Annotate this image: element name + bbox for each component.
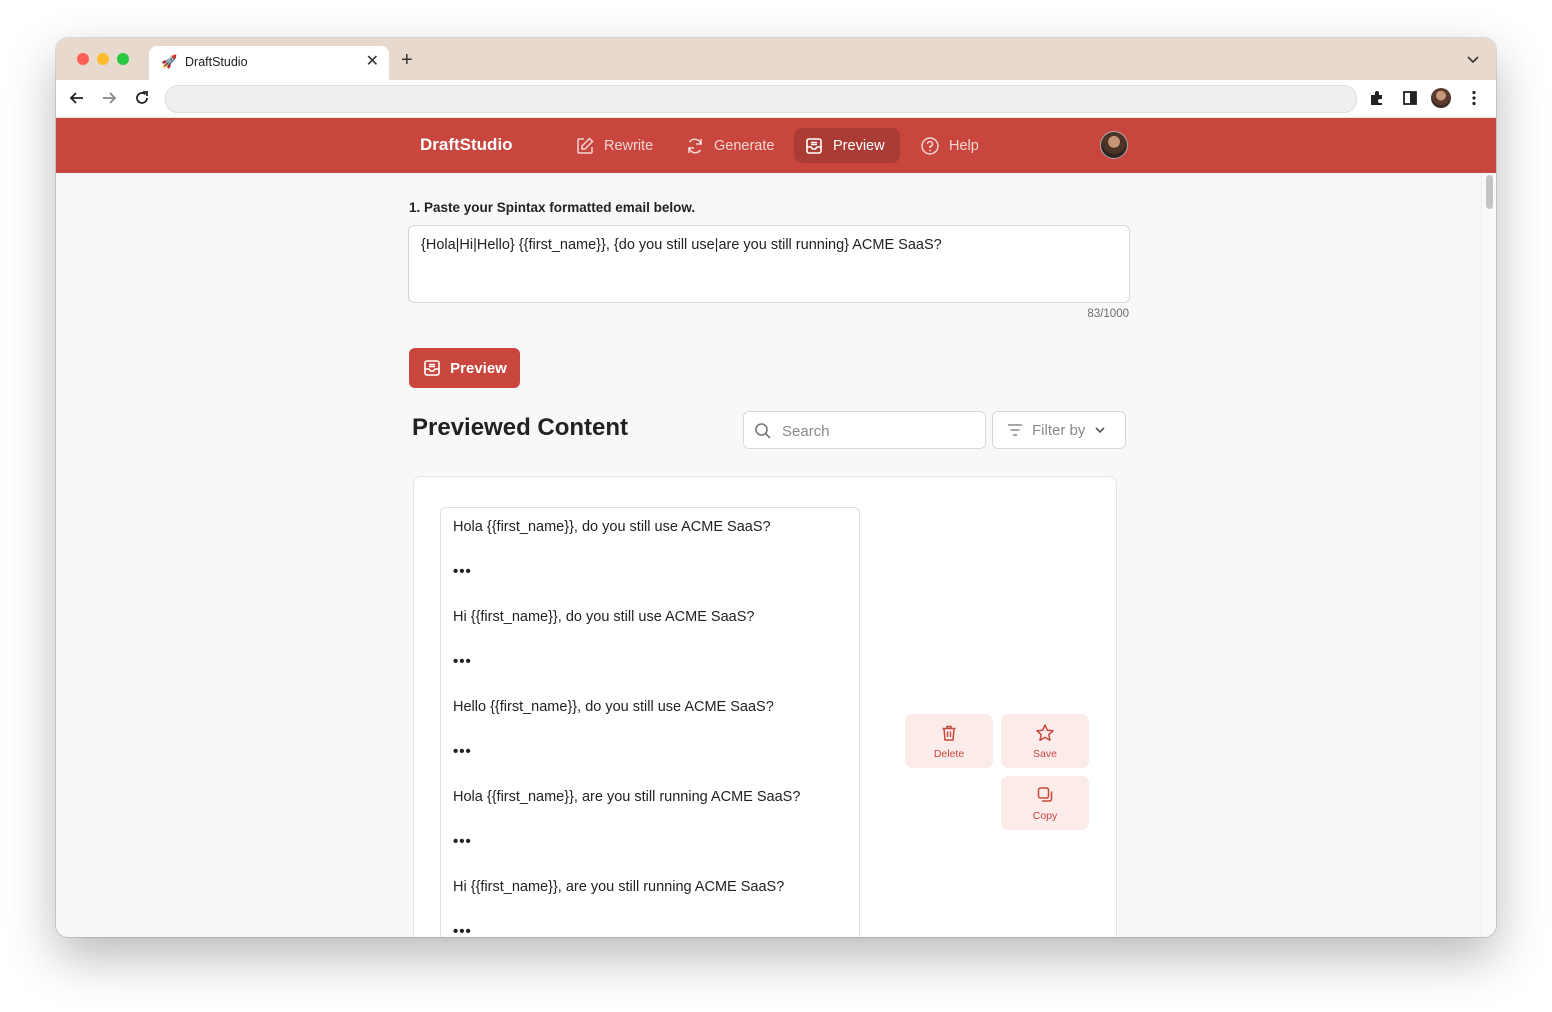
variant-text: Hola {{first_name}}, are you still runni… bbox=[453, 789, 801, 805]
main-content: 1. Paste your Spintax formatted email be… bbox=[56, 173, 1496, 937]
results-panel: Hola {{first_name}}, do you still use AC… bbox=[413, 476, 1117, 937]
previewed-content-title: Previewed Content bbox=[412, 414, 629, 441]
side-panel-icon[interactable] bbox=[1401, 89, 1419, 107]
search-icon bbox=[755, 423, 771, 439]
rocket-icon: 🚀 bbox=[161, 54, 178, 69]
profile-avatar[interactable] bbox=[1431, 88, 1451, 108]
variant-text: Hi {{first_name}}, do you still use ACME… bbox=[453, 609, 755, 625]
copy-button[interactable]: Copy bbox=[1001, 776, 1089, 830]
maximize-window-button[interactable] bbox=[117, 53, 129, 65]
extensions-puzzle-icon[interactable] bbox=[1368, 89, 1386, 107]
preview-button[interactable]: Preview bbox=[409, 348, 520, 388]
variant-separator: ••• bbox=[453, 653, 472, 670]
nav-help-label: Help bbox=[949, 137, 979, 154]
trash-icon bbox=[942, 725, 956, 741]
search-input[interactable] bbox=[780, 419, 979, 443]
filter-lines-icon bbox=[1008, 424, 1022, 436]
variant-separator: ••• bbox=[453, 743, 472, 760]
variant-text: Hi {{first_name}}, are you still running… bbox=[453, 879, 785, 895]
brand-logo[interactable]: DraftStudio bbox=[420, 135, 513, 155]
copy-label: Copy bbox=[1032, 809, 1058, 822]
nav-rewrite[interactable]: Rewrite bbox=[565, 128, 663, 163]
nav-preview-label: Preview bbox=[833, 137, 885, 154]
nav-rewrite-label: Rewrite bbox=[604, 137, 654, 154]
search-box[interactable] bbox=[743, 411, 986, 449]
chevron-down-icon bbox=[1095, 427, 1105, 434]
scrollbar-track[interactable] bbox=[1481, 173, 1496, 937]
inbox-icon bbox=[806, 137, 822, 154]
preview-result-card: Hola {{first_name}}, do you still use AC… bbox=[440, 507, 860, 937]
nav-preview[interactable]: Preview bbox=[794, 128, 900, 163]
tab-close-icon[interactable]: ✕ bbox=[366, 53, 379, 71]
tab-title: DraftStudio bbox=[185, 55, 248, 69]
browser-window: 🚀 DraftStudio ✕ + DraftStudio Rewrite Ge… bbox=[56, 38, 1496, 937]
nav-generate-label: Generate bbox=[714, 137, 775, 154]
app-header: DraftStudio Rewrite Generate Preview Hel… bbox=[56, 118, 1496, 173]
spintax-input-label: 1. Paste your Spintax formatted email be… bbox=[409, 200, 696, 215]
spintax-textarea[interactable]: {Hola|Hi|Hello} {{first_name}}, {do you … bbox=[408, 225, 1130, 303]
tab-strip: 🚀 DraftStudio ✕ + bbox=[56, 38, 1496, 80]
new-tab-button[interactable]: + bbox=[401, 50, 413, 70]
filter-label: Filter by bbox=[1032, 421, 1086, 439]
close-window-button[interactable] bbox=[77, 53, 89, 65]
inbox-icon bbox=[424, 360, 440, 376]
nav-help[interactable]: Help bbox=[910, 128, 989, 163]
variant-separator: ••• bbox=[453, 833, 472, 850]
chevron-down-icon[interactable] bbox=[1466, 52, 1480, 66]
user-avatar[interactable] bbox=[1100, 131, 1128, 159]
character-counter: 83/1000 bbox=[1087, 308, 1129, 320]
delete-button[interactable]: Delete bbox=[905, 714, 993, 768]
variant-separator: ••• bbox=[453, 923, 472, 937]
back-arrow-icon[interactable] bbox=[68, 89, 86, 107]
minimize-window-button[interactable] bbox=[97, 53, 109, 65]
more-vertical-icon[interactable] bbox=[1465, 89, 1483, 107]
save-button[interactable]: Save bbox=[1001, 714, 1089, 768]
scrollbar-thumb[interactable] bbox=[1486, 175, 1493, 209]
delete-label: Delete bbox=[933, 747, 965, 760]
help-circle-icon bbox=[921, 136, 939, 155]
save-label: Save bbox=[1033, 747, 1057, 760]
forward-arrow-icon[interactable] bbox=[100, 89, 118, 107]
reload-icon[interactable] bbox=[133, 89, 151, 107]
variant-text: Hola {{first_name}}, do you still use AC… bbox=[453, 519, 771, 535]
nav-generate[interactable]: Generate bbox=[675, 128, 784, 163]
variant-separator: ••• bbox=[453, 563, 472, 580]
copy-icon bbox=[1037, 786, 1053, 802]
star-icon bbox=[1036, 723, 1054, 741]
browser-toolbar bbox=[56, 80, 1496, 118]
filter-dropdown[interactable]: Filter by bbox=[992, 411, 1126, 449]
variant-text: Hello {{first_name}}, do you still use A… bbox=[453, 699, 774, 715]
address-bar[interactable] bbox=[165, 85, 1357, 113]
preview-button-label: Preview bbox=[450, 359, 507, 377]
browser-tab[interactable]: 🚀 DraftStudio ✕ bbox=[149, 46, 389, 80]
refresh-icon bbox=[688, 138, 702, 153]
edit-icon bbox=[577, 136, 594, 154]
